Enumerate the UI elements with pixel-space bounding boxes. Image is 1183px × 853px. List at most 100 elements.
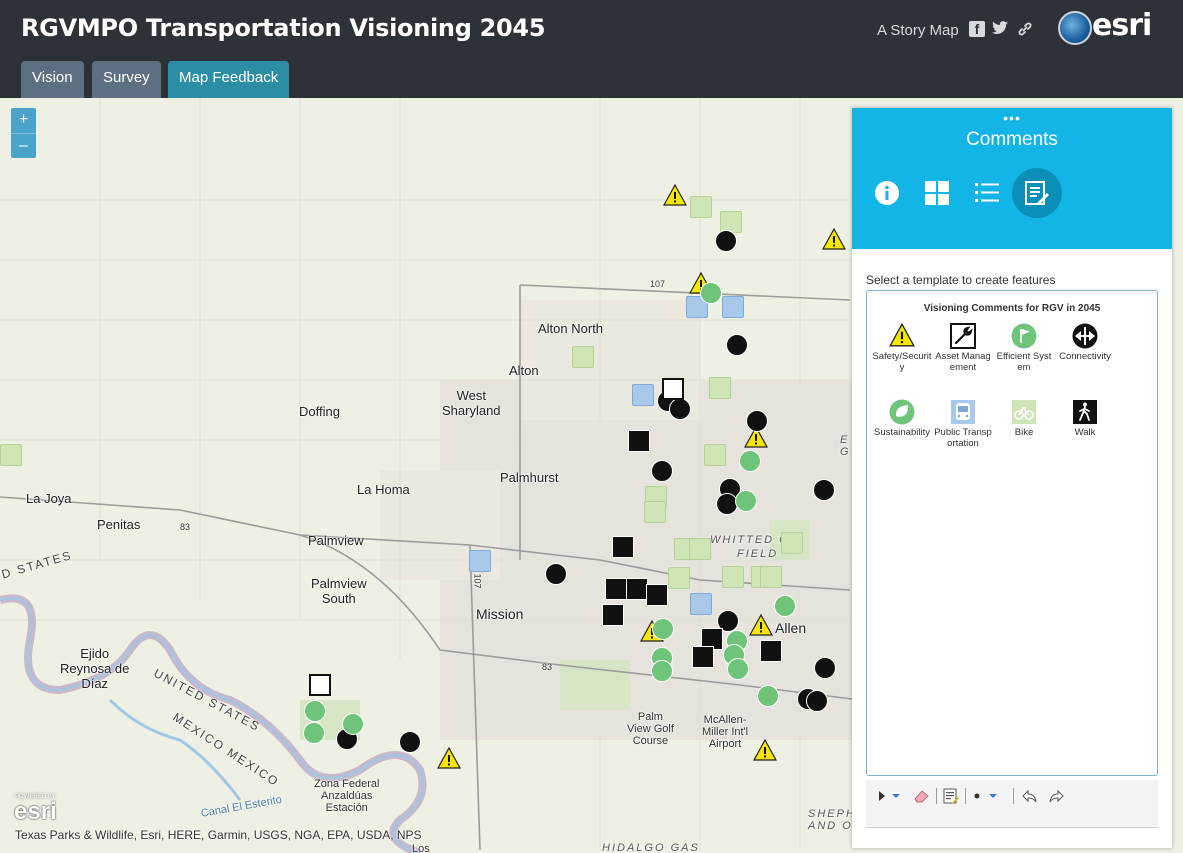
walk-marker[interactable] [628, 430, 650, 452]
attributes-button[interactable] [940, 787, 962, 805]
map-attribution: Texas Parks & Wildlife, Esri, HERE, Garm… [15, 828, 422, 842]
efficient-marker[interactable] [774, 595, 796, 617]
bus-marker[interactable] [469, 550, 491, 572]
bike-marker[interactable] [689, 538, 711, 560]
twitter-icon[interactable] [992, 21, 1008, 37]
bike-marker[interactable] [572, 346, 594, 368]
select-tool-button[interactable] [876, 787, 906, 805]
drag-handle[interactable]: ••• [852, 110, 1172, 126]
place-label: Penitas [97, 517, 141, 532]
toolbar-divider [1013, 788, 1014, 804]
walk-marker[interactable] [602, 604, 624, 626]
edit-icon [1025, 181, 1049, 205]
zoom-out-button[interactable]: – [11, 133, 36, 158]
efficient-marker[interactable] [735, 490, 757, 512]
esri-logo[interactable]: esri [1058, 8, 1158, 50]
bike-marker[interactable] [644, 501, 666, 523]
bus-marker[interactable] [690, 593, 712, 615]
connectivity-marker[interactable] [545, 563, 567, 585]
bike-marker[interactable] [781, 532, 803, 554]
facebook-icon[interactable]: f [969, 21, 985, 37]
place-label: HIDALGO GAS [602, 842, 700, 853]
eraser-button[interactable] [911, 787, 931, 805]
safety-marker[interactable] [753, 739, 777, 761]
efficient-marker[interactable] [739, 450, 761, 472]
bus-marker[interactable] [632, 384, 654, 406]
tab-map-feedback[interactable]: Map Feedback [168, 61, 290, 98]
connectivity-marker[interactable] [715, 230, 737, 252]
walk-marker[interactable] [692, 646, 714, 668]
zoom-in-button[interactable]: + [11, 108, 36, 133]
template-group-title: Visioning Comments for RGV in 2045 [923, 303, 1101, 314]
place-label: Los [412, 843, 430, 853]
link-icon[interactable] [1017, 21, 1033, 37]
template-label: Walk [1074, 427, 1096, 438]
warning-icon [888, 322, 916, 347]
efficient-marker[interactable] [727, 658, 749, 680]
bike-marker[interactable] [704, 444, 726, 466]
sustainability-marker[interactable] [304, 700, 326, 722]
connectivity-marker[interactable] [813, 479, 835, 501]
connectivity-marker[interactable] [806, 690, 828, 712]
undo-button[interactable] [1019, 787, 1041, 805]
walk-marker[interactable] [626, 578, 648, 600]
bike-marker[interactable] [690, 196, 712, 218]
bus-marker[interactable] [722, 296, 744, 318]
safety-marker[interactable] [437, 747, 461, 769]
template-bike[interactable]: Bike [994, 399, 1054, 438]
efficient-marker[interactable] [651, 660, 673, 682]
template-label: Efficient System [996, 351, 1052, 373]
template-picker: Visioning Comments for RGV in 2045 Safet… [866, 290, 1158, 776]
edit-tool-button[interactable] [1012, 168, 1062, 218]
walk-marker[interactable] [612, 536, 634, 558]
safety-marker[interactable] [822, 228, 846, 250]
template-walk[interactable]: Walk [1055, 399, 1115, 438]
powered-by-esri[interactable]: POWERED BY esri [12, 794, 74, 825]
esri-wordmark: esri [1092, 8, 1152, 43]
grid-tool-button[interactable] [912, 168, 962, 218]
connectivity-marker[interactable] [814, 657, 836, 679]
connectivity-marker[interactable] [746, 410, 768, 432]
walk-marker[interactable] [605, 578, 627, 600]
safety-marker[interactable] [749, 614, 773, 636]
walk-marker[interactable] [646, 584, 668, 606]
place-label: E G [840, 434, 851, 458]
connectivity-marker[interactable] [651, 460, 673, 482]
place-label: Palmview [308, 533, 364, 548]
connectivity-marker[interactable] [726, 334, 748, 356]
zoom-control: + – [11, 108, 36, 158]
walk-marker[interactable] [760, 640, 782, 662]
template-sustainability[interactable]: Sustainability [872, 399, 932, 438]
template-public-transportation[interactable]: Public Transportation [933, 399, 993, 449]
template-asset[interactable]: Asset Management [933, 323, 993, 373]
efficient-marker[interactable] [757, 685, 779, 707]
tab-vision[interactable]: Vision [21, 61, 84, 98]
draw-point-button[interactable] [969, 787, 1003, 805]
connectivity-marker[interactable] [669, 398, 691, 420]
place-label: Zona Federal Anzaldúas Estación [314, 778, 380, 814]
panel-header: ••• Comments [852, 108, 1172, 249]
bike-marker[interactable] [709, 377, 731, 399]
redo-button[interactable] [1045, 787, 1067, 805]
template-efficient[interactable]: Efficient System [994, 323, 1054, 373]
efficient-marker[interactable] [652, 618, 674, 640]
list-tool-button[interactable] [962, 168, 1012, 218]
bike-marker[interactable] [668, 567, 690, 589]
template-connectivity[interactable]: Connectivity [1055, 323, 1115, 362]
bike-marker[interactable] [0, 444, 22, 466]
connectivity-marker[interactable] [399, 731, 421, 753]
place-label: SHEPH AND O [808, 808, 856, 832]
bike-marker[interactable] [760, 566, 782, 588]
asset-marker[interactable] [309, 674, 331, 696]
safety-marker[interactable] [663, 184, 687, 206]
wrench-icon [950, 323, 976, 349]
info-tool-button[interactable] [862, 168, 912, 218]
efficient-marker[interactable] [700, 282, 722, 304]
sustainability-marker[interactable] [342, 713, 364, 735]
bike-marker[interactable] [722, 566, 744, 588]
sustainability-marker[interactable] [303, 722, 325, 744]
place-label: Palmhurst [500, 470, 559, 485]
tab-survey[interactable]: Survey [92, 61, 161, 98]
asset-marker[interactable] [662, 378, 684, 400]
template-safety[interactable]: Safety/Security [872, 322, 932, 373]
